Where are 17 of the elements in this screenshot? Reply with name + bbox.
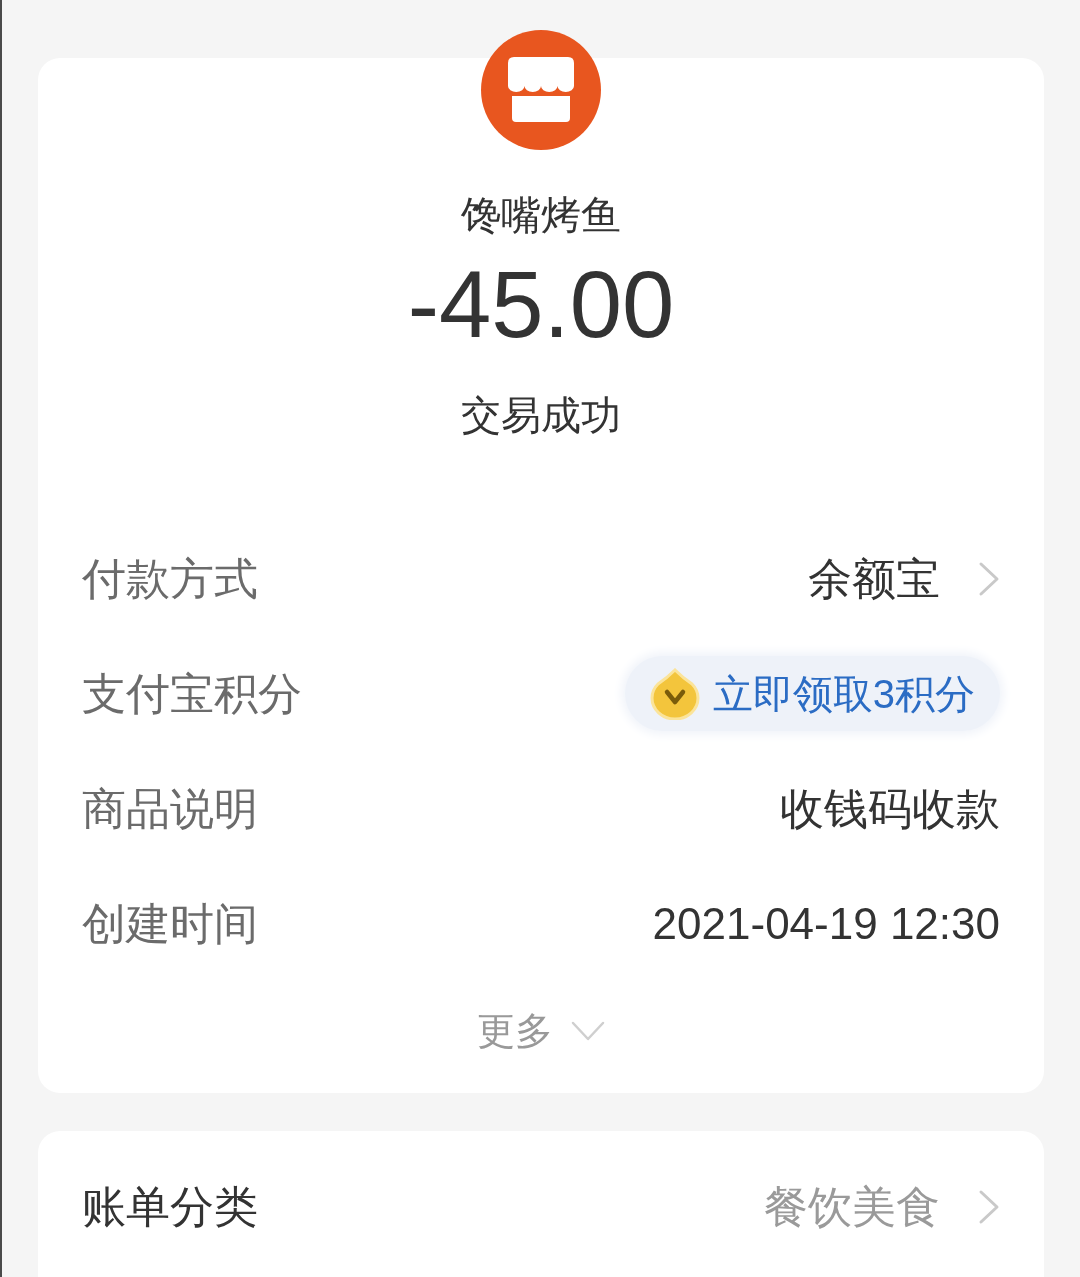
field-label: 创建时间 bbox=[82, 897, 258, 950]
coin-icon bbox=[649, 667, 700, 720]
points-button[interactable]: 立即领取3积分 bbox=[624, 656, 1000, 731]
detail-link[interactable]: 余额宝 bbox=[808, 552, 1000, 605]
field-label: 商品说明 bbox=[82, 782, 258, 835]
field-label: 支付宝积分 bbox=[82, 667, 302, 720]
chevron-right-icon bbox=[978, 560, 1000, 597]
category-link[interactable]: 餐饮美食 bbox=[764, 1180, 1000, 1233]
detail-value: 2021-04-19 12:30 bbox=[652, 897, 1000, 950]
status-text: 交易成功 bbox=[461, 392, 621, 439]
more-button[interactable]: 更多 bbox=[476, 1006, 606, 1056]
detail-value: 收钱码收款 bbox=[780, 782, 1000, 835]
amount: -45.00 bbox=[407, 255, 675, 355]
merchant-name: 馋嘴烤鱼 bbox=[461, 192, 621, 239]
chevron-right-icon bbox=[978, 1188, 1000, 1225]
field-label: 付款方式 bbox=[82, 552, 258, 605]
category-label: 账单分类 bbox=[82, 1180, 258, 1233]
